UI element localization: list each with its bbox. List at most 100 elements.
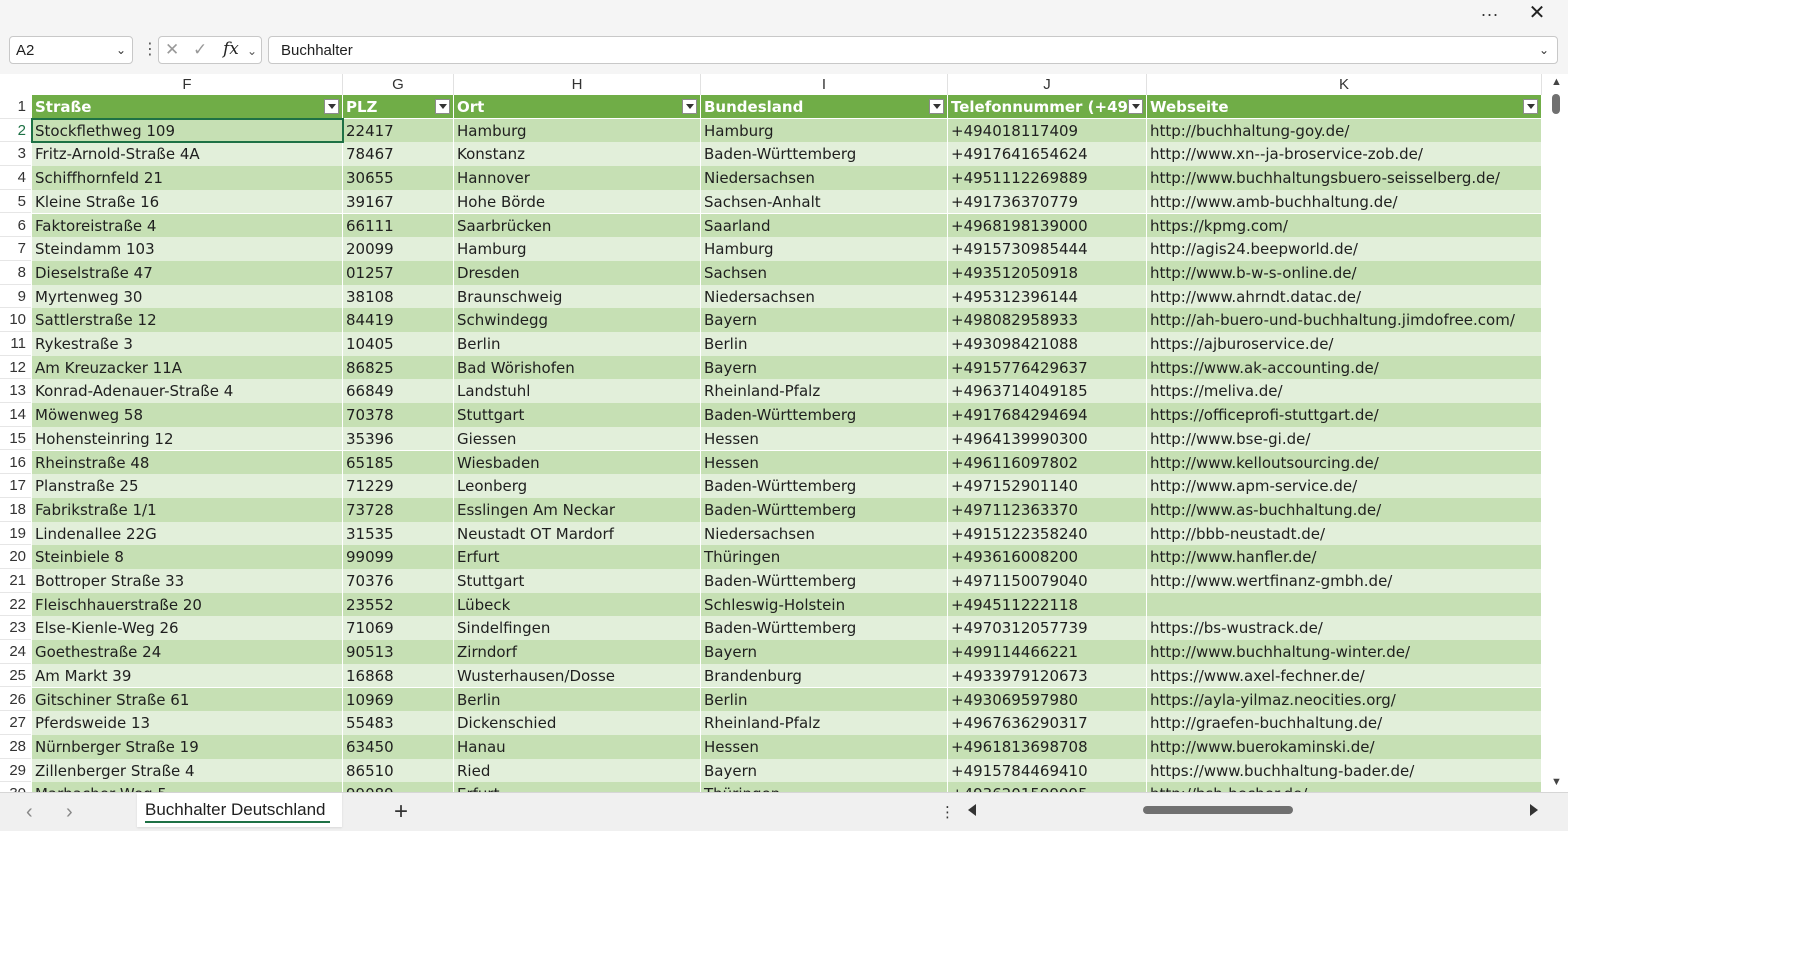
table-cell[interactable]: Konrad-Adenauer-Straße 4 xyxy=(32,379,343,404)
table-header-cell[interactable]: Straße xyxy=(32,95,343,119)
table-cell[interactable]: Stuttgart xyxy=(454,569,701,593)
table-cell[interactable]: Hanau xyxy=(454,734,701,759)
table-cell[interactable]: Konstanz xyxy=(454,142,701,167)
table-cell[interactable]: Saarbrücken xyxy=(454,213,701,238)
table-cell[interactable]: +4970312057739 xyxy=(948,616,1147,641)
table-cell[interactable]: https://ayla-yilmaz.neocities.org/ xyxy=(1147,687,1542,712)
table-cell[interactable]: +4967636290317 xyxy=(948,711,1147,735)
row-number[interactable]: 14 xyxy=(0,403,31,427)
table-cell[interactable]: Hessen xyxy=(701,734,948,759)
table-cell[interactable]: +499114466221 xyxy=(948,640,1147,664)
table-cell[interactable]: 22417 xyxy=(343,118,454,143)
table-cell[interactable]: 23552 xyxy=(343,592,454,617)
table-cell[interactable]: http://buchhaltung-goy.de/ xyxy=(1147,118,1542,143)
row-number[interactable]: 10 xyxy=(0,308,31,332)
scroll-down-icon[interactable]: ▼ xyxy=(1551,776,1562,788)
table-cell[interactable]: 86510 xyxy=(343,758,454,783)
table-cell[interactable]: http://www.amb-buchhaltung.de/ xyxy=(1147,189,1542,214)
table-cell[interactable]: Goethestraße 24 xyxy=(32,640,343,664)
table-cell[interactable]: 39167 xyxy=(343,189,454,214)
tab-options-icon[interactable]: ⋮ xyxy=(940,803,955,821)
table-cell[interactable]: Am Markt 39 xyxy=(32,663,343,688)
table-cell[interactable]: Bayern xyxy=(701,308,948,332)
table-cell[interactable]: Giessen xyxy=(454,426,701,451)
row-number[interactable]: 29 xyxy=(0,759,31,783)
table-cell[interactable]: Pferdsweide 13 xyxy=(32,711,343,735)
row-number[interactable]: 2 xyxy=(0,119,31,143)
table-cell[interactable]: https://kpmg.com/ xyxy=(1147,213,1542,238)
row-number[interactable]: 12 xyxy=(0,356,31,380)
table-cell[interactable]: +4933979120673 xyxy=(948,663,1147,688)
table-cell[interactable]: http://www.apm-service.de/ xyxy=(1147,474,1542,498)
table-cell[interactable]: Rheinland-Pfalz xyxy=(701,711,948,735)
prev-sheet-icon[interactable]: ‹ xyxy=(26,801,33,824)
vertical-scrollbar[interactable]: ▲ ▼ xyxy=(1546,74,1568,792)
table-cell[interactable]: Bayern xyxy=(701,355,948,380)
add-sheet-button[interactable]: + xyxy=(394,798,408,826)
table-cell[interactable]: Leonberg xyxy=(454,474,701,498)
chevron-down-icon[interactable]: ⌄ xyxy=(116,43,126,57)
table-cell[interactable]: Wusterhausen/Dosse xyxy=(454,663,701,688)
scroll-left-icon[interactable] xyxy=(968,804,976,816)
table-cell[interactable]: Möwenweg 58 xyxy=(32,403,343,427)
row-number[interactable]: 23 xyxy=(0,616,31,641)
row-number[interactable]: 25 xyxy=(0,664,31,688)
table-cell[interactable]: http://www.xn--ja-broservice-zob.de/ xyxy=(1147,142,1542,167)
table-cell[interactable]: 71229 xyxy=(343,474,454,498)
table-header-cell[interactable]: Bundesland xyxy=(701,95,948,119)
table-cell[interactable]: Niedersachsen xyxy=(701,166,948,190)
row-number[interactable]: 24 xyxy=(0,640,31,664)
table-cell[interactable]: Else-Kienle-Weg 26 xyxy=(32,616,343,641)
table-cell[interactable]: 99099 xyxy=(343,545,454,569)
table-cell[interactable]: 35396 xyxy=(343,426,454,451)
table-cell[interactable]: Marbacher Weg 5 xyxy=(32,782,343,792)
row-number[interactable]: 3 xyxy=(0,142,31,167)
filter-dropdown-icon[interactable] xyxy=(682,99,697,114)
row-number[interactable]: 30 xyxy=(0,782,31,792)
row-number[interactable]: 26 xyxy=(0,688,31,712)
table-cell[interactable]: Myrtenweg 30 xyxy=(32,284,343,309)
table-cell[interactable]: Dickenschied xyxy=(454,711,701,735)
row-number[interactable]: 8 xyxy=(0,261,31,285)
table-cell[interactable]: http://www.kelloutsourcing.de/ xyxy=(1147,450,1542,475)
table-cell[interactable]: http://agis24.beepworld.de/ xyxy=(1147,237,1542,261)
table-cell[interactable]: Sachsen xyxy=(701,260,948,285)
table-cell[interactable]: Niedersachsen xyxy=(701,521,948,546)
table-cell[interactable]: Erfurt xyxy=(454,545,701,569)
table-cell[interactable]: Brandenburg xyxy=(701,663,948,688)
table-cell[interactable]: Schwindegg xyxy=(454,308,701,332)
table-cell[interactable]: +4961813698708 xyxy=(948,734,1147,759)
table-cell[interactable]: https://www.ak-accounting.de/ xyxy=(1147,355,1542,380)
table-cell[interactable]: Rheinstraße 48 xyxy=(32,450,343,475)
table-cell[interactable]: http://www.buerokaminski.de/ xyxy=(1147,734,1542,759)
scroll-right-icon[interactable] xyxy=(1530,804,1538,816)
table-cell[interactable]: 55483 xyxy=(343,711,454,735)
table-cell[interactable]: 16868 xyxy=(343,663,454,688)
table-cell[interactable]: Erfurt xyxy=(454,782,701,792)
table-cell[interactable]: Faktoreistraße 4 xyxy=(32,213,343,238)
table-cell[interactable]: +4917684294694 xyxy=(948,403,1147,427)
table-cell[interactable]: Stuttgart xyxy=(454,403,701,427)
table-cell[interactable]: Ried xyxy=(454,758,701,783)
table-cell[interactable]: +4917641654624 xyxy=(948,142,1147,167)
table-cell[interactable]: Hessen xyxy=(701,426,948,451)
table-cell[interactable]: Fritz-Arnold-Straße 4A xyxy=(32,142,343,167)
table-cell[interactable]: Rykestraße 3 xyxy=(32,332,343,356)
table-cell[interactable]: Thüringen xyxy=(701,782,948,792)
table-cell[interactable]: 63450 xyxy=(343,734,454,759)
row-number[interactable]: 1 xyxy=(0,95,31,119)
name-box[interactable]: A2 ⌄ xyxy=(9,36,133,64)
row-number[interactable]: 16 xyxy=(0,451,31,475)
table-cell[interactable]: Gitschiner Straße 61 xyxy=(32,687,343,712)
row-number[interactable]: 21 xyxy=(0,569,31,593)
row-number[interactable]: 17 xyxy=(0,474,31,498)
table-cell[interactable]: Braunschweig xyxy=(454,284,701,309)
row-number[interactable]: 11 xyxy=(0,332,31,356)
table-cell[interactable]: Sattlerstraße 12 xyxy=(32,308,343,332)
table-cell[interactable]: +4971150079040 xyxy=(948,569,1147,593)
table-cell[interactable]: +4964139990300 xyxy=(948,426,1147,451)
cancel-icon[interactable]: ✕ xyxy=(165,40,179,60)
table-cell[interactable]: Rheinland-Pfalz xyxy=(701,379,948,404)
table-cell[interactable]: http://www.buchhaltung-winter.de/ xyxy=(1147,640,1542,664)
table-cell[interactable]: Baden-Württemberg xyxy=(701,142,948,167)
